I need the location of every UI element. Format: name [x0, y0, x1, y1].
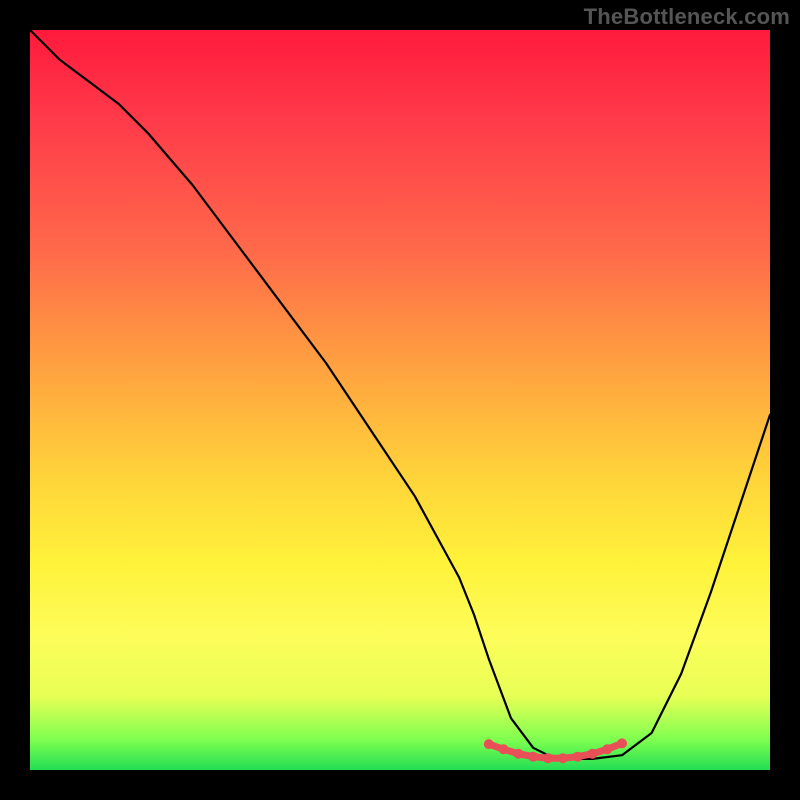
- optimal-zone-dot: [558, 753, 568, 763]
- optimal-zone-dot: [484, 739, 494, 749]
- plot-svg: [30, 30, 770, 770]
- optimal-zone-dot: [573, 752, 583, 762]
- optimal-zone-dot: [499, 744, 509, 754]
- optimal-zone-dot: [587, 749, 597, 759]
- watermark-text: TheBottleneck.com: [584, 4, 790, 30]
- optimal-zone-dot: [617, 738, 627, 748]
- plot-area: [30, 30, 770, 770]
- optimal-zone-dot: [602, 744, 612, 754]
- optimal-zone-dot: [543, 753, 553, 763]
- optimal-zone-dot: [513, 749, 523, 759]
- optimal-zone-markers: [484, 738, 627, 763]
- optimal-zone-line: [489, 743, 622, 758]
- bottleneck-curve-path: [30, 30, 770, 759]
- chart-frame: TheBottleneck.com: [0, 0, 800, 800]
- optimal-zone-dot: [528, 752, 538, 762]
